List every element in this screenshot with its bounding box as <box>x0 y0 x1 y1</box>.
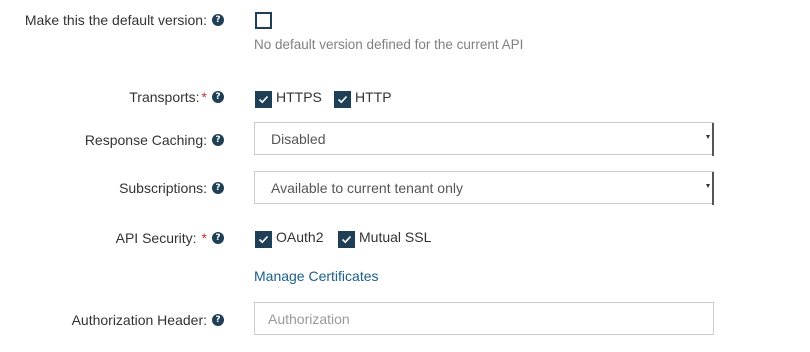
subscriptions-label-text: Subscriptions: <box>119 180 207 196</box>
subscriptions-select[interactable]: Available to current tenant only <box>254 171 714 205</box>
required-marker: * <box>201 230 207 246</box>
chevron-down-icon <box>706 184 710 188</box>
required-marker: * <box>201 89 207 105</box>
help-icon[interactable]: ? <box>212 14 224 26</box>
response-caching-value: Disabled <box>271 131 326 147</box>
default-version-label: Make this the default version: ? <box>25 10 224 30</box>
api-security-label: API Security: * ? <box>116 228 224 248</box>
oauth2-label[interactable]: OAuth2 <box>276 229 323 245</box>
http-checkbox[interactable] <box>334 91 351 108</box>
subscriptions-value: Available to current tenant only <box>271 180 463 196</box>
mutual-ssl-checkbox[interactable] <box>338 231 355 248</box>
check-icon <box>337 95 348 104</box>
help-icon[interactable]: ? <box>212 314 224 326</box>
https-label[interactable]: HTTPS <box>276 89 322 105</box>
select-edge <box>712 172 714 205</box>
select-edge <box>712 123 714 156</box>
help-icon[interactable]: ? <box>212 182 224 194</box>
check-icon <box>258 235 269 244</box>
api-security-label-text: API Security: <box>115 230 197 246</box>
help-icon[interactable]: ? <box>212 134 224 146</box>
check-icon <box>341 235 352 244</box>
default-version-hint: No default version defined for the curre… <box>254 37 524 52</box>
manage-certificates-link[interactable]: Manage Certificates <box>254 268 379 284</box>
response-caching-label-text: Response Caching: <box>84 132 207 148</box>
help-icon[interactable]: ? <box>212 91 224 103</box>
authorization-header-label: Authorization Header: ? <box>72 310 224 330</box>
response-caching-select[interactable]: Disabled <box>254 122 714 156</box>
default-version-label-text: Make this the default version: <box>24 12 207 28</box>
response-caching-label: Response Caching: ? <box>85 130 224 150</box>
check-icon <box>258 95 269 104</box>
mutual-ssl-label[interactable]: Mutual SSL <box>359 229 431 245</box>
help-icon[interactable]: ? <box>212 232 224 244</box>
transports-label-text: Transports: <box>129 89 200 105</box>
chevron-down-icon <box>706 135 710 139</box>
subscriptions-label: Subscriptions: ? <box>119 178 224 198</box>
authorization-header-label-text: Authorization Header: <box>71 312 207 328</box>
authorization-header-input[interactable] <box>254 302 714 335</box>
https-checkbox[interactable] <box>255 91 272 108</box>
oauth2-checkbox[interactable] <box>255 231 272 248</box>
http-label[interactable]: HTTP <box>355 89 392 105</box>
transports-label: Transports: * ? <box>129 87 224 107</box>
default-version-checkbox[interactable] <box>255 12 272 29</box>
